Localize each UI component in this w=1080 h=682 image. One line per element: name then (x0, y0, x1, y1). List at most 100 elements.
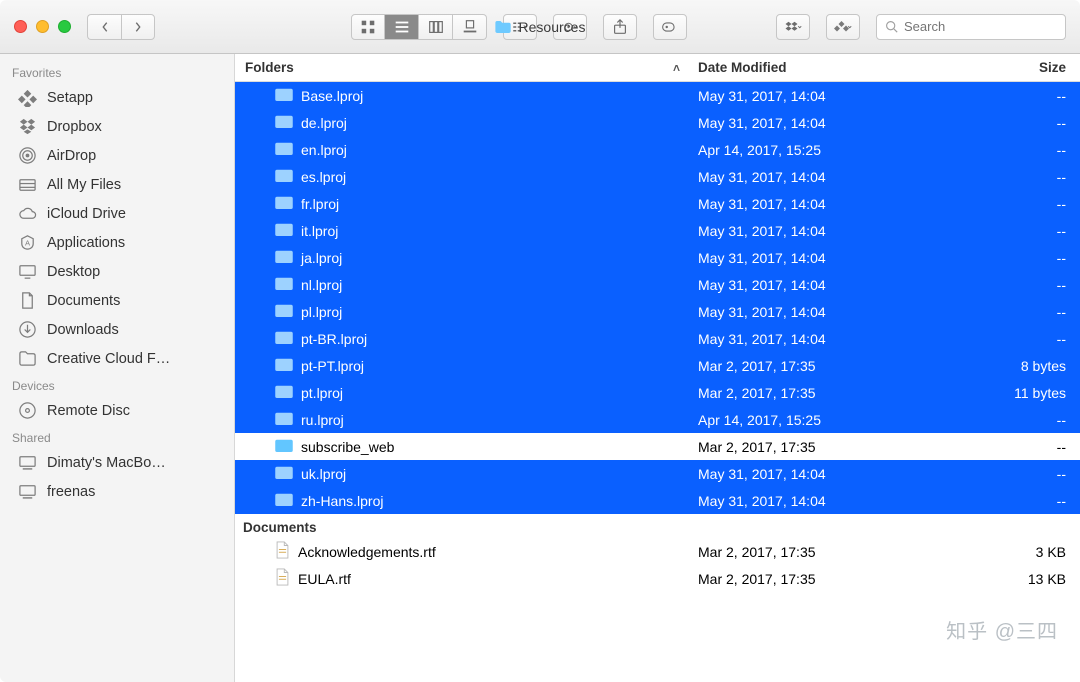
file-size: 13 KB (970, 571, 1080, 587)
column-header-size[interactable]: Size (970, 60, 1080, 75)
column-header-name-label: Folders (245, 60, 294, 75)
share-group (603, 14, 637, 40)
icloud-icon (18, 204, 37, 223)
file-name-cell: ja.lproj (235, 249, 690, 266)
search-field[interactable] (876, 14, 1066, 40)
sidebar-item-icloud-drive[interactable]: iCloud Drive (0, 199, 234, 228)
sidebar-item-airdrop[interactable]: AirDrop (0, 141, 234, 170)
tag-icon (661, 18, 679, 36)
file-name-cell: pt-PT.lproj (235, 357, 690, 374)
view-switcher (351, 14, 487, 40)
file-name-cell: en.lproj (235, 141, 690, 158)
search-input[interactable] (904, 19, 1057, 34)
sidebar-item-desktop[interactable]: Desktop (0, 257, 234, 286)
file-row[interactable]: ru.lprojApr 14, 2017, 15:25-- (235, 406, 1080, 433)
allfiles-icon (18, 175, 37, 194)
file-row[interactable]: pt.lprojMar 2, 2017, 17:3511 bytes (235, 379, 1080, 406)
minimize-window-button[interactable] (36, 20, 49, 33)
sidebar-item-label: freenas (47, 484, 95, 500)
folder-icon (18, 349, 37, 368)
sidebar-item-downloads[interactable]: Downloads (0, 315, 234, 344)
column-header-date[interactable]: Date Modified (690, 60, 970, 75)
file-size: -- (970, 304, 1080, 320)
file-row[interactable]: en.lprojApr 14, 2017, 15:25-- (235, 136, 1080, 163)
window-title-text: Resources (519, 19, 586, 35)
file-size: -- (970, 439, 1080, 455)
share-button[interactable] (603, 14, 637, 40)
view-icon-button[interactable] (351, 14, 385, 40)
titlebar: Resources (0, 0, 1080, 54)
sidebar-item-all-my-files[interactable]: All My Files (0, 170, 234, 199)
coverflow-icon (461, 18, 479, 36)
file-size: -- (970, 88, 1080, 104)
file-row[interactable]: EULA.rtfMar 2, 2017, 17:3513 KB (235, 565, 1080, 592)
sidebar-item-dropbox[interactable]: Dropbox (0, 112, 234, 141)
sidebar-item-documents[interactable]: Documents (0, 286, 234, 315)
view-coverflow-button[interactable] (453, 14, 487, 40)
file-name-cell: uk.lproj (235, 465, 690, 482)
file-date: May 31, 2017, 14:04 (690, 223, 970, 239)
folder-icon (275, 438, 293, 455)
file-size: -- (970, 277, 1080, 293)
file-name: subscribe_web (301, 439, 394, 455)
file-row[interactable]: Base.lprojMay 31, 2017, 14:04-- (235, 82, 1080, 109)
zoom-window-button[interactable] (58, 20, 71, 33)
svg-text:A: A (25, 238, 31, 247)
file-date: May 31, 2017, 14:04 (690, 250, 970, 266)
folder-icon (275, 222, 293, 239)
folder-icon (275, 195, 293, 212)
file-size: 3 KB (970, 544, 1080, 560)
sidebar-item-applications[interactable]: AApplications (0, 228, 234, 257)
file-row[interactable]: subscribe_webMar 2, 2017, 17:35-- (235, 433, 1080, 460)
file-name: es.lproj (301, 169, 346, 185)
forward-button[interactable] (121, 14, 155, 40)
file-row[interactable]: pt-BR.lprojMay 31, 2017, 14:04-- (235, 325, 1080, 352)
folder-icon (275, 168, 293, 185)
desktop-icon (18, 262, 37, 281)
file-date: Mar 2, 2017, 17:35 (690, 358, 970, 374)
nav-buttons (87, 14, 155, 40)
file-row[interactable]: pt-PT.lprojMar 2, 2017, 17:358 bytes (235, 352, 1080, 379)
sidebar-item-freenas[interactable]: freenas (0, 477, 234, 506)
file-row[interactable]: fr.lprojMay 31, 2017, 14:04-- (235, 190, 1080, 217)
file-size: -- (970, 196, 1080, 212)
file-name-cell: es.lproj (235, 168, 690, 185)
view-list-button[interactable] (385, 14, 419, 40)
file-date: May 31, 2017, 14:04 (690, 169, 970, 185)
file-name-cell: fr.lproj (235, 195, 690, 212)
setapp-icon (834, 18, 852, 36)
file-row[interactable]: ja.lprojMay 31, 2017, 14:04-- (235, 244, 1080, 271)
sidebar-item-setapp[interactable]: Setapp (0, 83, 234, 112)
column-header-name[interactable]: Folders ˄ (235, 60, 690, 75)
setapp-toolbar-button[interactable] (826, 14, 860, 40)
file-row[interactable]: it.lprojMay 31, 2017, 14:04-- (235, 217, 1080, 244)
computer-icon (18, 453, 37, 472)
column-headers: Folders ˄ Date Modified Size (235, 54, 1080, 82)
sidebar-item-label: Remote Disc (47, 403, 130, 419)
sidebar-item-remote-disc[interactable]: Remote Disc (0, 396, 234, 425)
file-name: en.lproj (301, 142, 347, 158)
file-row[interactable]: Acknowledgements.rtfMar 2, 2017, 17:353 … (235, 538, 1080, 565)
file-row[interactable]: nl.lprojMay 31, 2017, 14:04-- (235, 271, 1080, 298)
file-size: -- (970, 331, 1080, 347)
file-name: pt.lproj (301, 385, 343, 401)
file-row[interactable]: es.lprojMay 31, 2017, 14:04-- (235, 163, 1080, 190)
sidebar-section-label: Devices (0, 373, 234, 396)
sidebar-item-creative-cloud-f-[interactable]: Creative Cloud F… (0, 344, 234, 373)
file-name-cell: subscribe_web (235, 438, 690, 455)
file-size: -- (970, 493, 1080, 509)
folder-icon (275, 276, 293, 293)
close-window-button[interactable] (14, 20, 27, 33)
file-row[interactable]: pl.lprojMay 31, 2017, 14:04-- (235, 298, 1080, 325)
dropbox-toolbar-button[interactable] (776, 14, 810, 40)
file-row[interactable]: uk.lprojMay 31, 2017, 14:04-- (235, 460, 1080, 487)
file-row[interactable]: zh-Hans.lprojMay 31, 2017, 14:04-- (235, 487, 1080, 514)
sidebar-item-dimaty-s-macbo-[interactable]: Dimaty's MacBo… (0, 448, 234, 477)
file-row[interactable]: de.lprojMay 31, 2017, 14:04-- (235, 109, 1080, 136)
back-button[interactable] (87, 14, 121, 40)
file-name-cell: pl.lproj (235, 303, 690, 320)
tags-button[interactable] (653, 14, 687, 40)
window-title: Resources (495, 19, 586, 35)
view-columns-button[interactable] (419, 14, 453, 40)
file-name: nl.lproj (301, 277, 342, 293)
